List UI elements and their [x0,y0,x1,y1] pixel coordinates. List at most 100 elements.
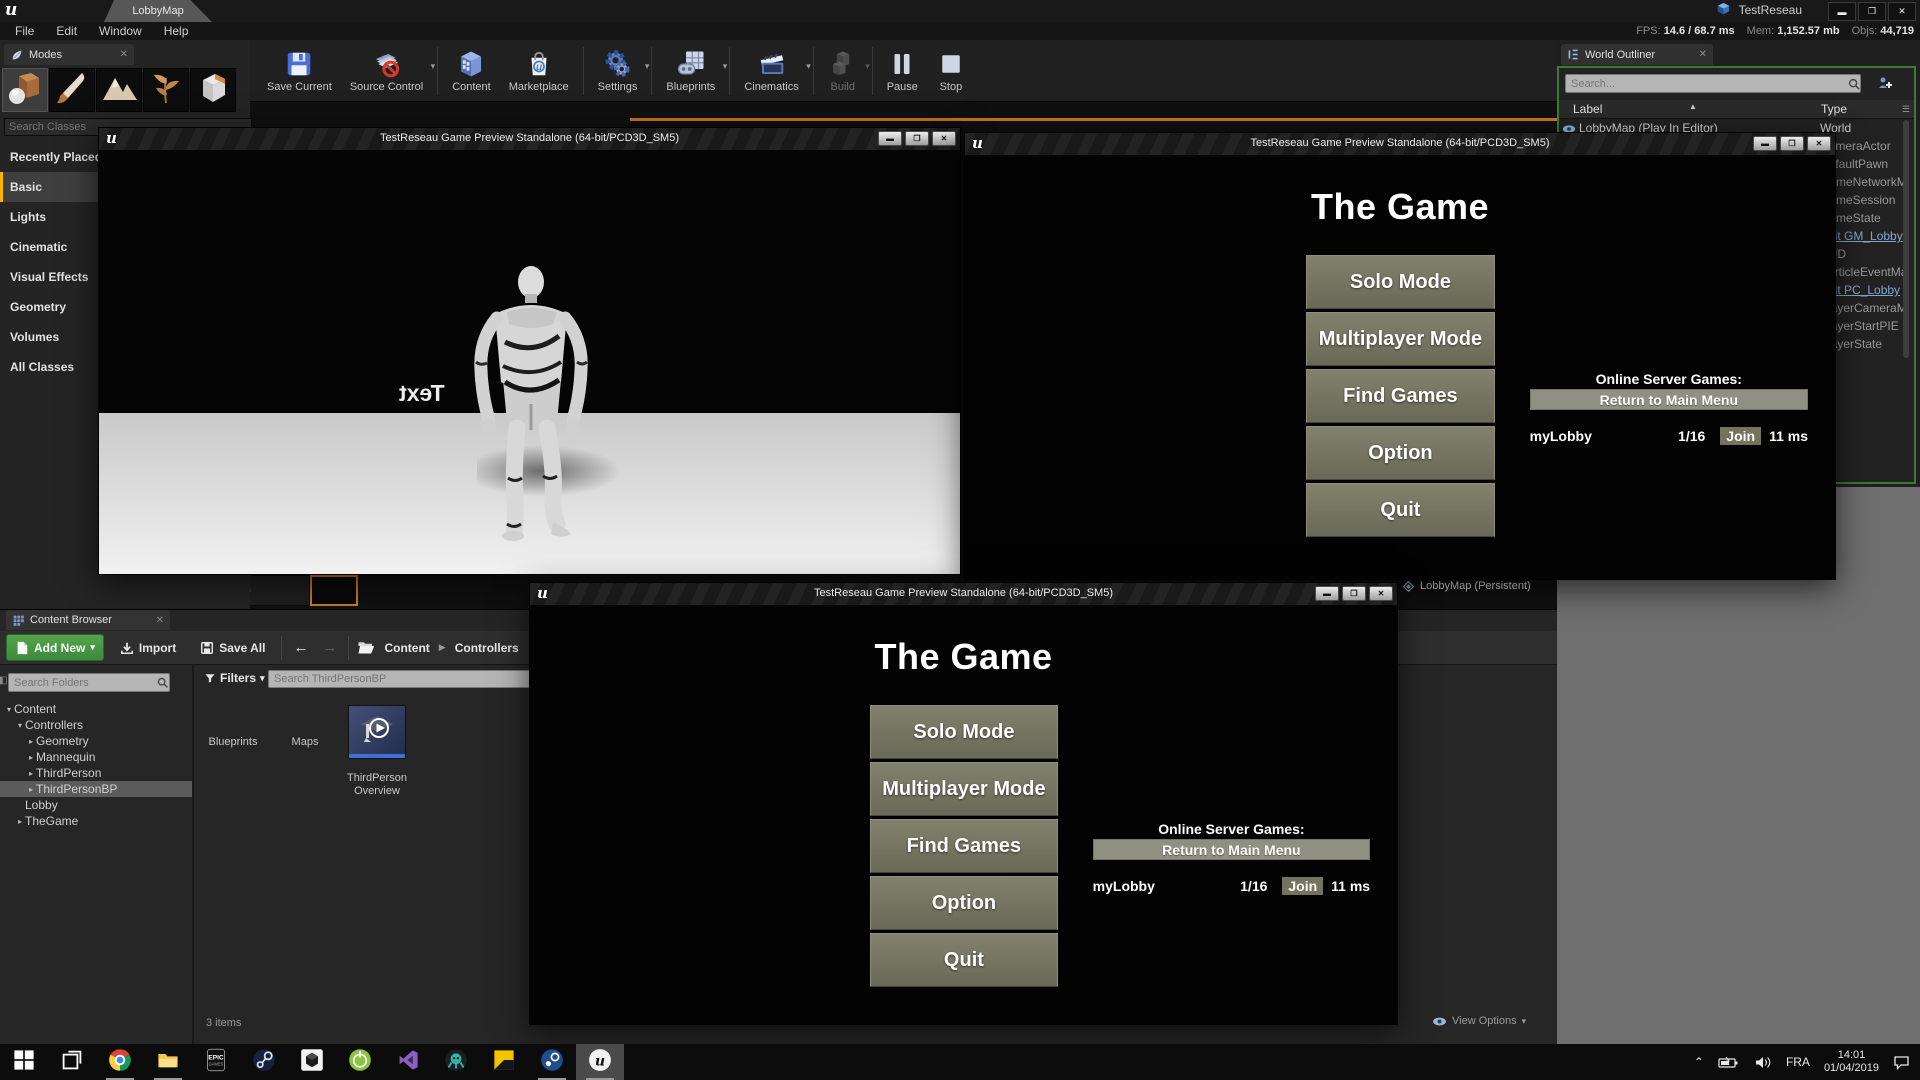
minimize-button[interactable]: ▬ [1828,2,1856,21]
game-button-multiplayer-mode[interactable]: Multiplayer Mode [1306,312,1495,366]
modes-tab-close-icon[interactable]: ✕ [120,49,128,60]
menu-file[interactable]: File [4,24,45,38]
selected-asset-thumbnail[interactable] [310,575,358,606]
modes-tab[interactable]: Modes ✕ [4,44,134,65]
tree-item-mannequin[interactable]: ▸Mannequin [0,749,192,765]
taskbar-unreal[interactable]: u [576,1044,624,1080]
game-button-option[interactable]: Option [1306,426,1495,480]
clock[interactable]: 14:01 01/04/2019 [1824,1049,1879,1075]
taskbar-start[interactable] [0,1044,48,1080]
column-filter-icon[interactable]: ☰ [1902,104,1910,115]
dropdown-arrow-icon[interactable]: ▾ [431,61,436,72]
toolbar-settings[interactable]: ▾Settings [589,47,647,95]
speaker-icon[interactable] [1754,1056,1772,1069]
taskbar-task-view[interactable] [48,1044,96,1080]
taskbar-chrome[interactable] [96,1044,144,1080]
battery-icon[interactable] [1718,1056,1740,1069]
tree-expander-icon[interactable]: ▸ [26,785,36,794]
main-titlebar[interactable]: u LobbyMap TestReseau ▬ ❐ ✕ [0,0,1920,22]
game-button-quit[interactable]: Quit [870,933,1058,987]
maximize-button[interactable]: ❐ [905,131,929,146]
tree-item-thirdpersonbp[interactable]: ▸ThirdPersonBP [0,781,192,797]
game-button-quit[interactable]: Quit [1306,483,1495,537]
mode-tab-place[interactable] [2,68,48,112]
maximize-button[interactable]: ❐ [1342,586,1366,601]
menu-edit[interactable]: Edit [45,24,88,38]
tree-expander-icon[interactable]: ▸ [15,817,25,826]
mode-tab-geometry[interactable] [190,68,236,112]
tree-item-thegame[interactable]: ▸TheGame [0,813,192,829]
close-button[interactable]: ✕ [1888,2,1916,21]
taskbar-explorer[interactable] [144,1044,192,1080]
breadcrumb-controllers[interactable]: Controllers [455,641,519,655]
add-actor-icon[interactable] [1877,75,1893,91]
game-button-multiplayer-mode[interactable]: Multiplayer Mode [870,762,1058,816]
outliner-search-input[interactable] [1565,74,1861,93]
close-button[interactable]: ✕ [1807,136,1831,151]
tree-expander-icon[interactable]: ▸ [26,737,36,746]
game-preview-window-menu-1[interactable]: u TestReseau Game Preview Standalone (64… [964,132,1836,580]
restore-button[interactable]: ❐ [1858,2,1886,21]
tray-chevron-icon[interactable]: ⌃ [1694,1055,1704,1069]
tree-item-thirdperson[interactable]: ▸ThirdPerson [0,765,192,781]
toolbar-content[interactable]: Content [443,47,500,95]
add-new-button[interactable]: Add New ▾ [6,634,104,661]
view-options-button[interactable]: View Options ▾ [1432,1015,1526,1027]
taskbar-steam-blue[interactable] [528,1044,576,1080]
dropdown-arrow-icon[interactable]: ▾ [806,61,811,72]
outliner-header[interactable]: Label ▲ Type ☰ [1559,100,1914,119]
outliner-scrollbar[interactable] [1903,120,1909,358]
menu-help[interactable]: Help [153,24,200,38]
dropdown-arrow-icon[interactable]: ▾ [723,61,728,72]
content-browser-tab[interactable]: Content Browser ✕ [6,610,170,630]
content-browser-tab-close-icon[interactable]: ✕ [156,615,164,626]
minimize-button[interactable]: ▬ [1753,136,1777,151]
asset-maps[interactable]: Maps [276,705,334,798]
tree-expander-icon[interactable]: ▾ [15,721,25,730]
maximize-button[interactable]: ❐ [1780,136,1804,151]
return-to-main-menu-button[interactable]: Return to Main Menu [1530,389,1808,410]
game-window-titlebar[interactable]: u TestReseau Game Preview Standalone (64… [530,583,1397,606]
outliner-tab-close-icon[interactable]: ✕ [1699,49,1707,60]
minimize-button[interactable]: ▬ [878,131,902,146]
tree-item-content[interactable]: ▾Content [0,701,192,717]
return-to-main-menu-button[interactable]: Return to Main Menu [1093,839,1370,860]
tree-item-geometry[interactable]: ▸Geometry [0,733,192,749]
tree-item-lobby[interactable]: Lobby [0,797,192,813]
join-button[interactable]: Join [1720,427,1761,445]
import-button[interactable]: Import [112,635,184,660]
map-tab[interactable]: LobbyMap [104,0,212,22]
mode-tab-landscape[interactable] [96,68,142,112]
asset-blueprints[interactable]: Blueprints [204,705,262,798]
toolbar-source-control[interactable]: ▾Source Control [341,47,432,95]
nav-forward-button[interactable]: → [319,639,340,656]
toolbar-stop[interactable]: Stop [927,47,975,95]
game-button-solo-mode[interactable]: Solo Mode [870,705,1058,759]
taskbar-visual-studio[interactable] [384,1044,432,1080]
close-button[interactable]: ✕ [932,131,956,146]
game-button-solo-mode[interactable]: Solo Mode [1306,255,1495,309]
taskbar-code-yellow[interactable] [480,1044,528,1080]
tree-expander-icon[interactable]: ▾ [4,705,14,714]
nav-back-button[interactable]: ← [290,639,311,656]
taskbar-steam[interactable] [240,1044,288,1080]
game-viewport[interactable]: Text [99,150,960,574]
minimize-button[interactable]: ▬ [1315,586,1339,601]
game-button-find-games[interactable]: Find Games [870,819,1058,873]
world-outliner-tab[interactable]: World Outliner ✕ [1561,44,1713,65]
toolbar-marketplace[interactable]: uMarketplace [500,47,578,95]
language-indicator[interactable]: FRA [1786,1055,1810,1069]
game-button-find-games[interactable]: Find Games [1306,369,1495,423]
game-window-titlebar[interactable]: u TestReseau Game Preview Standalone (64… [99,128,960,151]
taskbar-unity[interactable] [288,1044,336,1080]
menu-window[interactable]: Window [88,24,153,38]
type-column-header[interactable]: Type [1821,102,1847,116]
dropdown-arrow-icon[interactable]: ▾ [645,61,650,72]
label-column-header[interactable]: Label [1573,102,1602,116]
game-preview-window-menu-2[interactable]: u TestReseau Game Preview Standalone (64… [529,582,1398,1025]
mode-tab-foliage[interactable] [143,68,189,112]
close-button[interactable]: ✕ [1369,586,1393,601]
join-button[interactable]: Join [1282,877,1323,895]
tree-expander-icon[interactable]: ▸ [26,753,36,762]
action-center-icon[interactable] [1893,1055,1910,1070]
